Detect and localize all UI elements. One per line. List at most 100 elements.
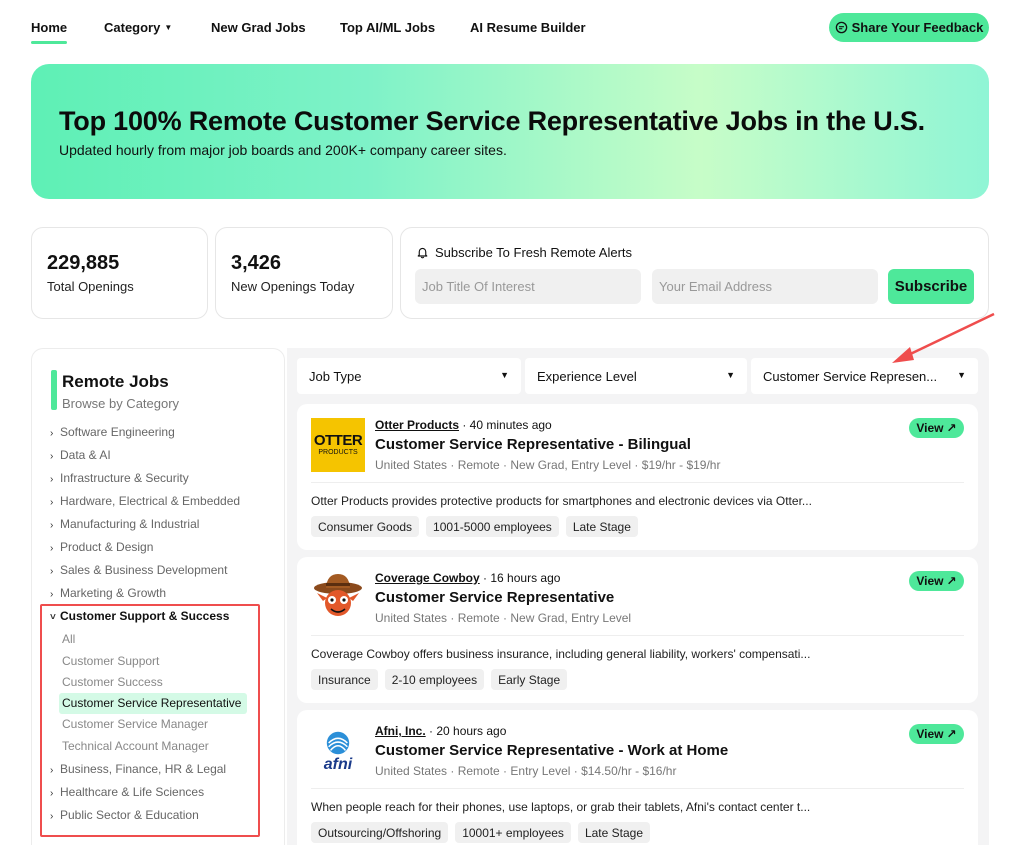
sidebar-item-software[interactable]: › Software Engineering [50,425,175,439]
nav-category-label: Category [104,20,161,35]
annotation-arrow-icon [892,312,995,363]
dropdown-label: Job Type [309,369,362,384]
sidebar-accent-bar [51,370,57,410]
caret-down-icon: ▼ [957,370,966,380]
annotation-highlight-box [40,604,260,837]
sidebar-item-hardware[interactable]: › Hardware, Electrical & Embedded [50,494,240,508]
bell-icon [417,247,428,259]
tag-list: Insurance 2-10 employees Early Stage [311,669,568,690]
sidebar-item-label: Manufacturing & Industrial [60,517,200,531]
top-nav: Home Category ▼ New Grad Jobs Top AI/ML J… [0,0,1024,56]
company-logo: OTTER PRODUCTS [311,418,365,472]
stat-label: Total Openings [47,279,134,294]
tag: Consumer Goods [311,516,420,537]
view-button[interactable]: View ↗ [909,724,964,744]
chat-bubble-icon [835,21,847,34]
arrow-up-right-icon: ↗ [946,421,957,435]
sidebar-item-label: Product & Design [60,540,154,554]
posted-time: · 40 minutes ago [459,418,552,432]
share-feedback-button[interactable]: Share Your Feedback [829,13,989,42]
tag: 2-10 employees [384,669,485,690]
caret-down-icon: ▼ [500,370,509,380]
experience-level-dropdown[interactable]: Experience Level ▼ [525,358,747,394]
sidebar-item-label: Hardware, Electrical & Embedded [60,494,241,508]
chevron-right-icon: › [50,589,54,600]
nav-resume-builder[interactable]: AI Resume Builder [470,20,586,35]
divider [311,635,964,636]
job-title-input[interactable] [415,269,641,304]
tag: Outsourcing/Offshoring [311,822,449,843]
nav-active-underline [31,41,67,44]
company-line: Coverage Cowboy · 16 hours ago [375,571,560,585]
job-title[interactable]: Customer Service Representative [375,589,614,606]
sidebar-item-label: Infrastructure & Security [60,471,189,485]
subscribe-card: Subscribe To Fresh Remote Alerts Subscri… [400,227,989,319]
posted-time: · 20 hours ago [425,724,507,738]
hero-banner: Top 100% Remote Customer Service Represe… [31,64,989,199]
job-type-dropdown[interactable]: Job Type ▼ [297,358,521,394]
stat-label: New Openings Today [231,279,355,294]
company-link[interactable]: Otter Products [375,418,459,432]
sidebar-item-label: Marketing & Growth [60,586,167,600]
tag: Late Stage [565,516,638,537]
email-input[interactable] [652,269,878,304]
view-label: View [916,574,944,588]
job-description: Coverage Cowboy offers business insuranc… [311,647,811,661]
job-title[interactable]: Customer Service Representative - Biling… [375,436,691,453]
job-title[interactable]: Customer Service Representative - Work a… [375,742,728,759]
view-button[interactable]: View ↗ [909,571,964,591]
job-card[interactable]: afni Afni, Inc. · 20 hours ago Customer … [297,710,978,845]
page-title: Top 100% Remote Customer Service Represe… [59,106,925,136]
stat-new-openings: 3,426 New Openings Today [215,227,393,319]
view-button[interactable]: View ↗ [909,418,964,438]
tag-list: Outsourcing/Offshoring 10001+ employees … [311,822,650,843]
sidebar-item-sales[interactable]: › Sales & Business Development [50,563,227,577]
sidebar-item-product[interactable]: › Product & Design [50,540,153,554]
job-description: When people reach for their phones, use … [311,800,811,814]
nav-new-grad[interactable]: New Grad Jobs [211,20,306,35]
sidebar-item-data-ai[interactable]: › Data & AI [50,448,111,462]
company-link[interactable]: Afni, Inc. [375,724,426,738]
sidebar-item-label: Data & AI [60,448,111,462]
tag: Insurance [311,669,378,690]
sidebar-item-manufacturing[interactable]: › Manufacturing & Industrial [50,517,199,531]
sidebar-item-label: Sales & Business Development [60,563,228,577]
job-description: Otter Products provides protective produ… [311,494,812,508]
company-line: Otter Products · 40 minutes ago [375,418,552,432]
tag: 1001-5000 employees [426,516,559,537]
sidebar-item-label: Software Engineering [60,425,175,439]
divider [311,482,964,483]
arrow-up-right-icon: ↗ [946,574,957,588]
view-label: View [916,727,944,741]
dropdown-label: Customer Service Represen... [763,369,938,384]
sidebar-item-marketing[interactable]: › Marketing & Growth [50,586,166,600]
dropdown-label: Experience Level [537,369,637,384]
caret-down-icon: ▼ [726,370,735,380]
tag: Early Stage [491,669,568,690]
posted-time: · 16 hours ago [479,571,561,585]
job-card[interactable]: OTTER PRODUCTS Otter Products · 40 minut… [297,404,978,550]
company-logo [311,571,365,625]
job-list-panel: Job Type ▼ Experience Level ▼ Customer S… [287,348,989,845]
stat-value: 229,885 [47,252,120,274]
feedback-label: Share Your Feedback [851,20,984,35]
chevron-right-icon: › [50,520,54,531]
chevron-right-icon: › [50,474,54,485]
company-link[interactable]: Coverage Cowboy [375,571,480,585]
subscribe-title-label: Subscribe To Fresh Remote Alerts [435,245,633,260]
job-meta: United States · Remote · Entry Level · $… [375,764,677,778]
sidebar-item-infrastructure[interactable]: › Infrastructure & Security [50,471,189,485]
logo-subword: PRODUCTS [318,449,358,456]
job-card[interactable]: Coverage Cowboy · 16 hours ago Customer … [297,557,978,703]
view-label: View [916,421,944,435]
nav-category[interactable]: Category ▼ [104,20,172,35]
subscribe-button[interactable]: Subscribe [888,269,974,304]
sidebar-subtitle: Browse by Category [62,396,180,411]
globe-icon [326,731,350,755]
chevron-right-icon: › [50,497,54,508]
tag-list: Consumer Goods 1001-5000 employees Late … [311,516,638,537]
nav-top-ai[interactable]: Top AI/ML Jobs [340,20,435,35]
company-line: Afni, Inc. · 20 hours ago [375,724,506,738]
chevron-right-icon: › [50,543,54,554]
nav-home[interactable]: Home [31,20,67,35]
